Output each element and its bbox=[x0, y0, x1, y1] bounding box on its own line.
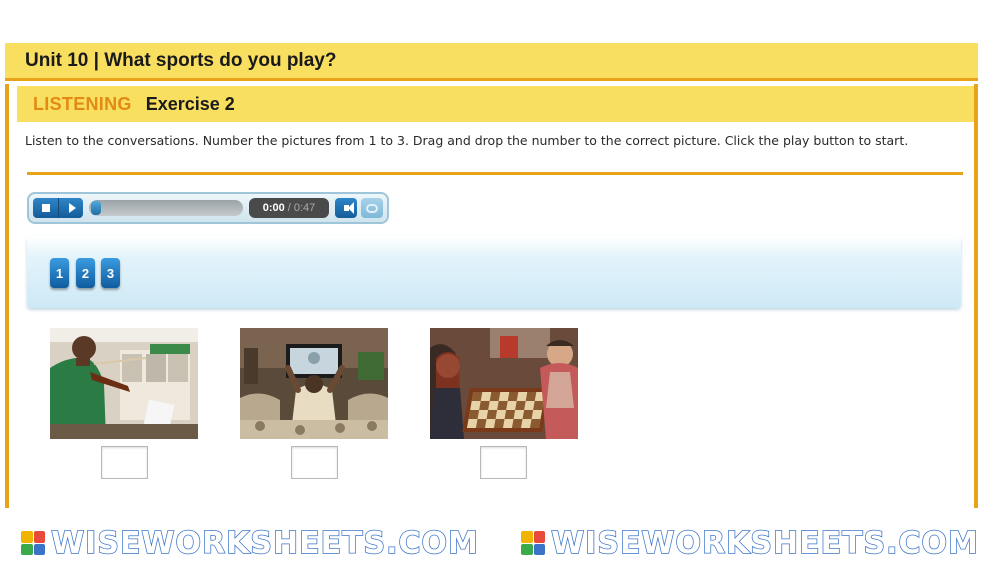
exercise-title: Exercise 2 bbox=[145, 93, 235, 114]
picture-violin-player bbox=[50, 328, 198, 439]
watermark-text: WISEWORKSHEETS.COM bbox=[550, 525, 979, 562]
watermark-b: WISEWORKSHEETS.COM bbox=[521, 525, 979, 562]
watermark-a: WISEWORKSHEETS.COM bbox=[21, 525, 479, 562]
current-time: 0:00 bbox=[262, 202, 285, 214]
number-tray: 1 2 3 bbox=[27, 236, 961, 308]
drop-target-3[interactable] bbox=[480, 446, 527, 479]
number-tile-1[interactable]: 1 bbox=[50, 258, 69, 288]
drop-target-1[interactable] bbox=[101, 446, 148, 479]
playback-controls bbox=[33, 198, 83, 218]
exercise-category: LISTENING bbox=[33, 93, 132, 114]
divider bbox=[27, 172, 963, 175]
stop-button[interactable] bbox=[33, 198, 58, 218]
chess-photo bbox=[430, 328, 578, 439]
play-button[interactable] bbox=[58, 198, 83, 218]
drop-target-2[interactable] bbox=[291, 446, 338, 479]
picture-watching-tv bbox=[240, 328, 388, 439]
unit-header: Unit 10 | What sports do you play? bbox=[5, 43, 978, 81]
transcript-button[interactable] bbox=[361, 198, 383, 218]
watermark-strip: WISEWORKSHEETS.COM WISEWORKSHEETS.COM bbox=[0, 524, 1000, 562]
number-tile-3[interactable]: 3 bbox=[101, 258, 120, 288]
picture-playing-chess bbox=[430, 328, 578, 439]
stop-icon bbox=[41, 204, 50, 212]
unit-title: Unit 10 | What sports do you play? bbox=[25, 49, 337, 71]
progress-handle[interactable] bbox=[91, 201, 101, 215]
speaker-icon bbox=[343, 202, 354, 214]
wise-logo-icon bbox=[521, 531, 546, 555]
number-tile-2[interactable]: 2 bbox=[76, 258, 95, 288]
total-time: / 0:47 bbox=[287, 202, 316, 214]
volume-button[interactable] bbox=[335, 198, 357, 218]
violin-photo bbox=[50, 328, 198, 439]
wise-logo-icon bbox=[21, 531, 46, 555]
play-icon bbox=[68, 203, 76, 213]
tv-photo bbox=[240, 328, 388, 439]
exercise-header: LISTENING Exercise 2 bbox=[17, 86, 974, 122]
watermark-text: WISEWORKSHEETS.COM bbox=[50, 525, 479, 562]
audio-player: 0:00 / 0:47 bbox=[27, 192, 389, 224]
speech-bubble-icon bbox=[366, 203, 378, 213]
audio-progress-bar[interactable] bbox=[89, 200, 243, 216]
time-display: 0:00 / 0:47 bbox=[249, 198, 329, 218]
instructions-text: Listen to the conversations. Number the … bbox=[25, 133, 909, 148]
